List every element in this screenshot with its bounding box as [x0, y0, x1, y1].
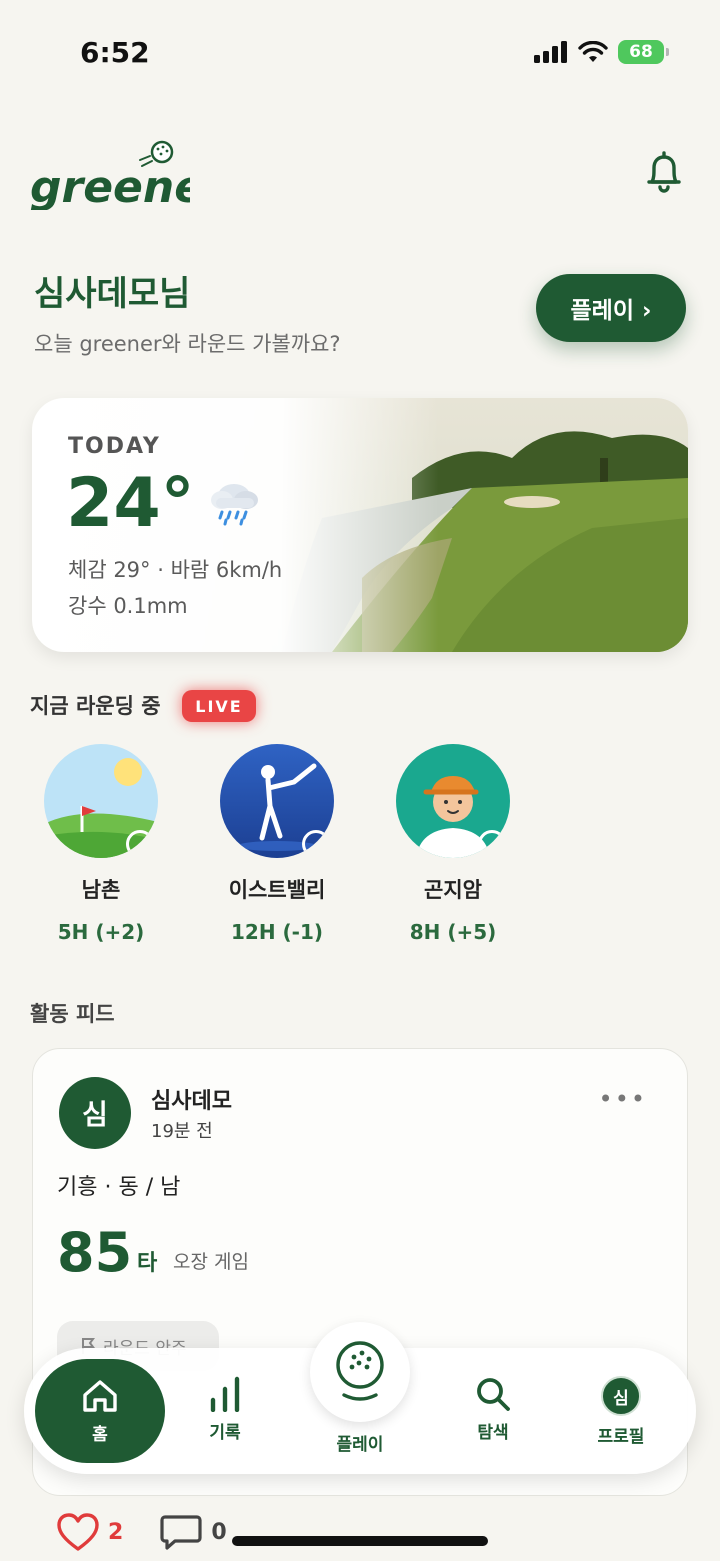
weather-card[interactable]: TODAY 24° 체감 29° · 바람 6km/h 강수 0.1mm: [32, 398, 688, 652]
bottom-tab-bar: 홈 기록 플레이 탐색 심 프로필: [24, 1322, 696, 1474]
tab-play-button[interactable]: [310, 1322, 410, 1422]
live-section-title: 지금 라운딩 중: [30, 694, 161, 718]
battery-indicator: 68: [618, 40, 669, 64]
live-player-card[interactable]: 곤지암 8H (+5): [378, 744, 528, 944]
weather-feels-like: 체감 29° · 바람 6km/h: [68, 558, 283, 582]
bar-chart-icon: [210, 1376, 240, 1412]
rain-cloud-icon: [211, 484, 258, 526]
battery-level: 68: [629, 42, 653, 62]
status-bar: 6:52 68: [0, 0, 720, 100]
post-timestamp: 19분 전: [151, 1121, 213, 1142]
home-icon: [83, 1379, 117, 1412]
status-time: 6:52: [80, 36, 150, 69]
tab-explore[interactable]: 탐색: [438, 1376, 548, 1443]
post-course-info: 기흥 · 동 / 남: [57, 1175, 181, 1200]
search-icon: [477, 1378, 510, 1411]
home-indicator: [232, 1536, 488, 1546]
post-score: 85: [57, 1221, 133, 1284]
profile-avatar: 심: [601, 1376, 641, 1416]
player-course-name: 남촌: [81, 878, 121, 902]
player-score: 8H (+5): [409, 920, 497, 944]
more-options-icon[interactable]: •••: [599, 1085, 647, 1113]
wifi-icon: [578, 41, 608, 62]
play-button[interactable]: 플레이 ›: [536, 274, 686, 342]
greener-logo[interactable]: greener: [30, 138, 190, 210]
post-author-avatar[interactable]: 심: [59, 1077, 131, 1149]
post-author-name[interactable]: 심사데모: [151, 1083, 232, 1115]
player-course-name: 이스트밸리: [228, 878, 326, 902]
tab-play-label: 플레이: [336, 1435, 384, 1455]
player-course-name: 곤지암: [424, 878, 482, 902]
tab-home-label: 홈: [92, 1424, 108, 1445]
tab-profile[interactable]: 심 프로필: [566, 1376, 676, 1447]
post-game-mode: 오장 게임: [173, 1251, 249, 1273]
tab-records[interactable]: 기록: [170, 1376, 280, 1443]
avatar-status-ring: [302, 830, 330, 858]
weather-temperature: 24°: [66, 464, 195, 543]
live-player-card[interactable]: 이스트밸리 12H (-1): [202, 744, 352, 944]
live-badge: LIVE: [182, 690, 256, 722]
avatar-status-ring: [478, 830, 506, 858]
player-score: 5H (+2): [57, 920, 145, 944]
bell-icon[interactable]: [644, 150, 684, 194]
greeting-subtitle: 오늘 greener와 라운드 가볼까요?: [34, 332, 341, 356]
player-avatar: [396, 744, 510, 858]
greeting-title: 심사데모님: [34, 274, 191, 314]
tab-records-label: 기록: [209, 1423, 241, 1443]
weather-precipitation: 강수 0.1mm: [68, 594, 188, 618]
tab-profile-label: 프로필: [597, 1427, 645, 1447]
logo-text: greener: [30, 162, 190, 210]
comment-icon[interactable]: [159, 1512, 203, 1552]
status-icons: 68: [534, 40, 669, 64]
weather-label: TODAY: [68, 434, 161, 459]
heart-icon[interactable]: [56, 1512, 100, 1552]
cellular-signal-icon: [534, 41, 567, 63]
like-count: 2: [108, 1519, 124, 1545]
live-player-card[interactable]: 남촌 5H (+2): [26, 744, 176, 944]
golf-ball-icon: [336, 1341, 384, 1401]
post-score-unit: 타: [137, 1251, 158, 1276]
feed-section-title: 활동 피드: [30, 1002, 115, 1026]
tab-explore-label: 탐색: [477, 1423, 509, 1443]
tab-home[interactable]: 홈: [35, 1359, 165, 1463]
player-score: 12H (-1): [230, 920, 324, 944]
player-avatar: [220, 744, 334, 858]
avatar-status-ring: [126, 830, 154, 858]
player-avatar: [44, 744, 158, 858]
post-reactions: 2 0: [56, 1512, 227, 1552]
comment-count: 0: [211, 1519, 227, 1545]
